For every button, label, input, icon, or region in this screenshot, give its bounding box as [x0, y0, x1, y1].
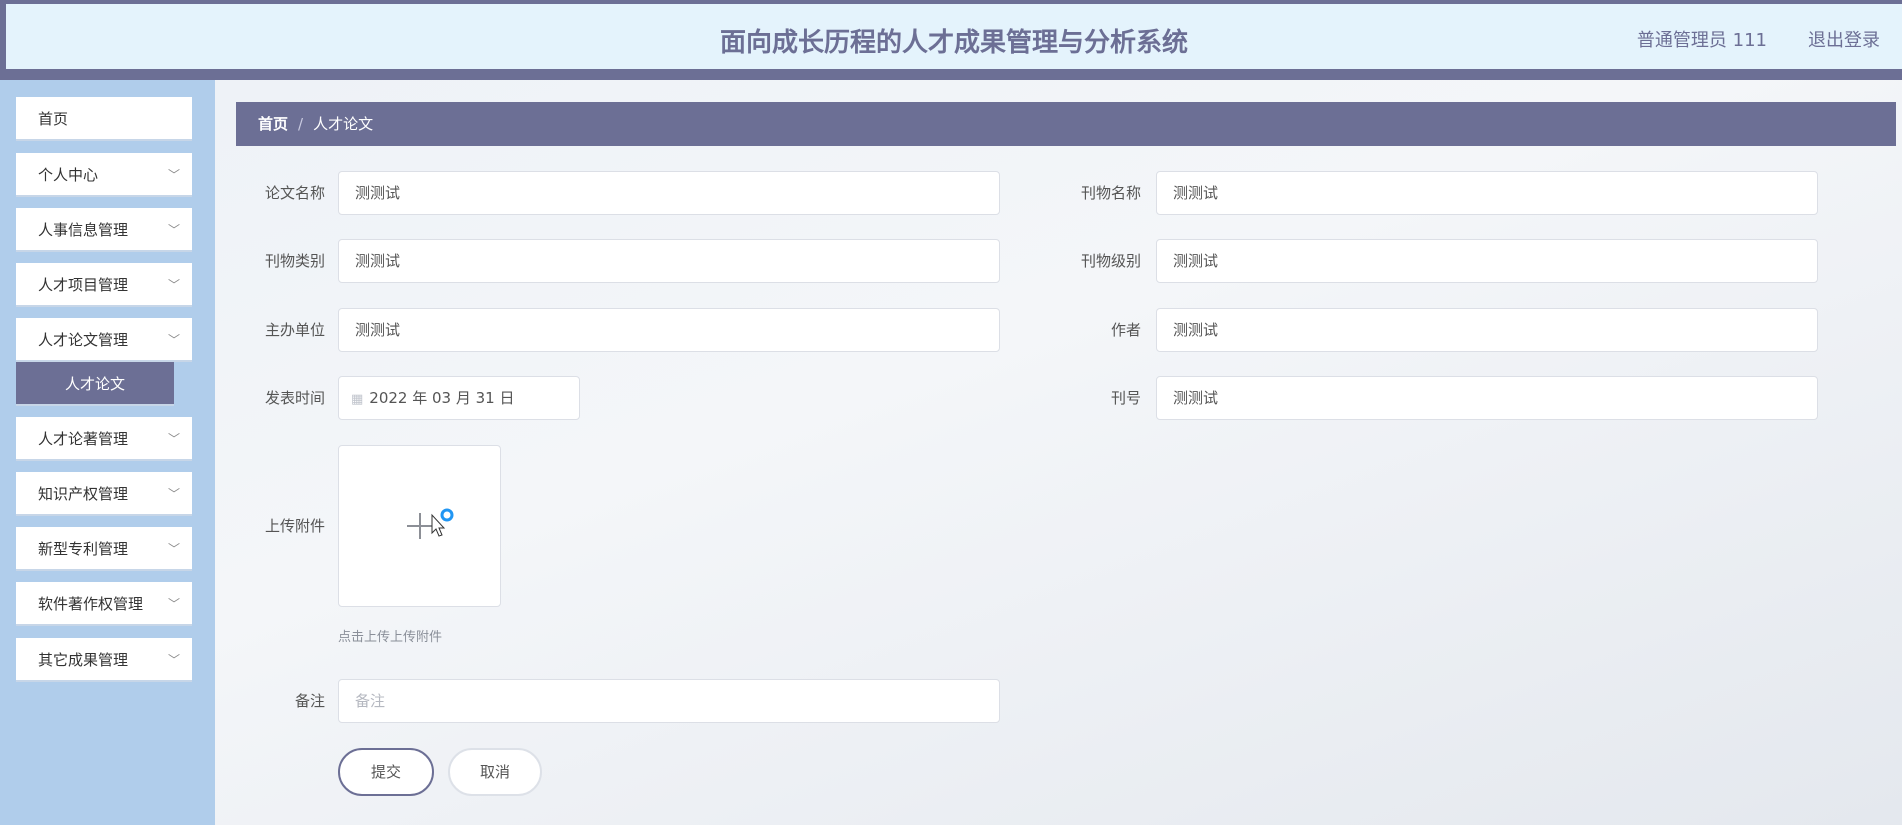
- calendar-icon: ▦: [351, 392, 364, 407]
- breadcrumb-separator: /: [298, 115, 304, 133]
- sidebar-item-projects[interactable]: 人才项目管理 ﹀: [16, 263, 192, 307]
- header-bar: 面向成长历程的人才成果管理与分析系统 普通管理员 111 退出登录: [6, 4, 1902, 69]
- paper-name-input[interactable]: 测测试: [338, 171, 1000, 215]
- sidebar-item-label: 软件著作权管理: [38, 595, 144, 613]
- sidebar-item-home[interactable]: 首页: [16, 97, 192, 141]
- sidebar-subitem-papers[interactable]: 人才论文: [16, 362, 174, 406]
- upload-hint: 点击上传上传附件: [338, 630, 443, 645]
- chevron-down-icon: ﹀: [167, 223, 180, 237]
- publish-date-value: 2022 年 03 月 31 日: [369, 389, 515, 407]
- sidebar-item-papers[interactable]: 人才论文管理 ﹀: [16, 318, 192, 362]
- sidebar-item-label: 知识产权管理: [38, 485, 129, 503]
- user-label: 普通管理员 111: [1636, 30, 1767, 51]
- publish-date-picker[interactable]: ▦ 2022 年 03 月 31 日: [338, 376, 580, 420]
- sidebar-item-software[interactable]: 软件著作权管理 ﹀: [16, 582, 192, 626]
- journal-level-input[interactable]: 测测试: [1156, 239, 1818, 283]
- sidebar-item-hr[interactable]: 人事信息管理 ﹀: [16, 208, 192, 252]
- breadcrumb-home[interactable]: 首页: [258, 115, 288, 133]
- organizer-label: 主办单位: [264, 321, 325, 339]
- sidebar-item-label: 人才论文: [64, 375, 125, 393]
- journal-level-label: 刊物级别: [1080, 252, 1141, 270]
- chevron-down-icon: ﹀: [167, 333, 180, 347]
- logout-link[interactable]: 退出登录: [1808, 26, 1880, 52]
- sidebar-item-monographs[interactable]: 人才论著管理 ﹀: [16, 417, 192, 461]
- issue-label: 刊号: [1110, 389, 1141, 407]
- journal-type-label: 刊物类别: [264, 252, 325, 270]
- chevron-down-icon: ﹀: [167, 653, 180, 667]
- main-content: 首页 / 人才论文 论文名称 测测试 刊物名称 测测试 刊物类别 测测试 刊物级别 …: [215, 80, 1902, 825]
- sidebar-item-label: 个人中心: [38, 166, 99, 184]
- submit-button[interactable]: 提交: [338, 748, 434, 796]
- journal-type-input[interactable]: 测测试: [338, 239, 1000, 283]
- sidebar-item-label: 新型专利管理: [38, 540, 129, 558]
- chevron-down-icon: ﹀: [167, 432, 180, 446]
- sidebar-item-ip[interactable]: 知识产权管理 ﹀: [16, 472, 192, 516]
- chevron-down-icon: ﹀: [167, 487, 180, 501]
- breadcrumb: 首页 / 人才论文: [236, 102, 1896, 146]
- publish-date-label: 发表时间: [264, 389, 325, 407]
- sidebar-item-label: 人才论著管理: [38, 430, 129, 448]
- plus-icon: [407, 508, 454, 539]
- app-title: 面向成长历程的人才成果管理与分析系统: [719, 28, 1188, 58]
- sidebar-item-other[interactable]: 其它成果管理 ﹀: [16, 638, 192, 682]
- chevron-down-icon: ﹀: [167, 542, 180, 556]
- remark-input[interactable]: 备注: [338, 679, 1000, 723]
- upload-attachment-button[interactable]: [338, 445, 501, 607]
- sidebar-item-label: 其它成果管理: [38, 651, 129, 669]
- journal-name-label: 刊物名称: [1080, 184, 1141, 202]
- author-input[interactable]: 测测试: [1156, 308, 1818, 352]
- breadcrumb-current: 人才论文: [313, 115, 374, 133]
- remark-label: 备注: [294, 692, 325, 710]
- author-label: 作者: [1110, 321, 1141, 339]
- header: 面向成长历程的人才成果管理与分析系统 普通管理员 111 退出登录: [0, 0, 1902, 80]
- sidebar: 首页 个人中心 ﹀ 人事信息管理 ﹀ 人才项目管理 ﹀ 人才论文管理 ﹀ 人才论文 人才…: [0, 80, 215, 825]
- attachment-label: 上传附件: [264, 517, 325, 535]
- paper-name-label: 论文名称: [264, 184, 325, 202]
- issue-input[interactable]: 测测试: [1156, 376, 1818, 420]
- sidebar-item-label: 人才项目管理: [38, 276, 129, 294]
- chevron-down-icon: ﹀: [167, 278, 180, 292]
- sidebar-item-label: 人事信息管理: [38, 221, 129, 239]
- sidebar-item-label: 首页: [38, 110, 69, 128]
- sidebar-item-label: 人才论文管理: [38, 331, 129, 349]
- chevron-down-icon: ﹀: [167, 597, 180, 611]
- organizer-input[interactable]: 测测试: [338, 308, 1000, 352]
- journal-name-input[interactable]: 测测试: [1156, 171, 1818, 215]
- sidebar-item-patents[interactable]: 新型专利管理 ﹀: [16, 527, 192, 571]
- cancel-button[interactable]: 取消: [448, 748, 542, 796]
- chevron-down-icon: ﹀: [167, 168, 180, 182]
- sidebar-item-personal-center[interactable]: 个人中心 ﹀: [16, 153, 192, 197]
